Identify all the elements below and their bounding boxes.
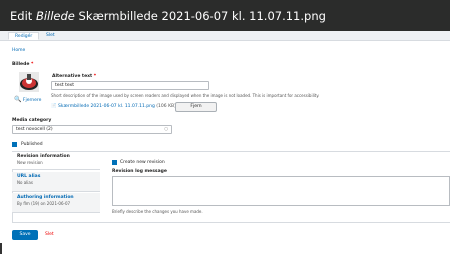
- required-marker: *: [30, 62, 34, 67]
- vtab-summary: No alias: [17, 180, 33, 185]
- revision-log-textarea[interactable]: [112, 176, 450, 206]
- vtab-authoring-information[interactable]: Authoring information By flm (19) on 202…: [12, 193, 100, 213]
- vtab-title: Revision information: [17, 154, 70, 159]
- alt-text-input[interactable]: test text: [51, 81, 209, 90]
- image-thumbnail[interactable]: [19, 72, 39, 92]
- media-category-value: test novocell (2): [16, 127, 53, 132]
- image-preview-link[interactable]: 🔍 Fjernere: [14, 96, 41, 103]
- remove-image-button[interactable]: Fjern: [175, 102, 217, 112]
- create-revision-checkbox[interactable]: [112, 160, 117, 165]
- alt-text-description: Short description of the image used by s…: [51, 93, 320, 98]
- page-title: Edit Billede Skærmbillede 2021-06-07 kl.…: [10, 9, 326, 23]
- required-marker: *: [93, 74, 97, 79]
- vtab-summary: New revision: [17, 160, 43, 165]
- vtab-url-alias[interactable]: URL alias No alias: [12, 172, 100, 192]
- magnifier-icon: 🔍: [14, 96, 22, 103]
- primary-tabs: Redigér Slet: [0, 31, 450, 41]
- image-field-label: Billede *: [12, 62, 33, 67]
- vtab-revision-information[interactable]: Revision information New revision: [12, 152, 100, 170]
- tab-edit[interactable]: Redigér: [8, 32, 40, 40]
- title-file-name: Skærmbillede 2021-06-07 kl. 11.07.11.png: [78, 9, 326, 23]
- vtab-title: Authoring information: [17, 195, 74, 200]
- alt-label-text: Alternative text: [52, 74, 93, 79]
- revision-log-label: Revision log message: [112, 169, 167, 174]
- create-revision-label: Create new revision: [120, 160, 165, 165]
- vtab-summary: By flm (19) on 2021-06-07: [17, 201, 71, 206]
- vtab-title: URL alias: [17, 174, 41, 179]
- media-category-label: Media category: [12, 118, 52, 123]
- remove-link-text: Fjernere: [22, 98, 42, 103]
- breadcrumb[interactable]: Home: [12, 48, 25, 53]
- published-label: Published: [21, 142, 43, 147]
- file-link[interactable]: 📄 Skærmbillede 2021-06-07 kl. 11.07.11.p…: [51, 104, 176, 109]
- image-label-text: Billede: [12, 62, 30, 67]
- scrollbar-edge: [0, 243, 2, 254]
- circle-icon: ○: [164, 127, 168, 132]
- tab-delete[interactable]: Slet: [40, 32, 61, 40]
- file-icon: 📄: [51, 104, 57, 109]
- delete-link[interactable]: Slet: [45, 232, 54, 237]
- save-button[interactable]: Save: [12, 230, 38, 240]
- revision-log-description: Briefly describe the changes you have ma…: [112, 209, 203, 214]
- title-entity-type: Billede: [35, 9, 75, 23]
- media-category-select[interactable]: test novocell (2) ○: [12, 125, 172, 134]
- file-name: Skærmbillede 2021-06-07 kl. 11.07.11.png: [58, 104, 155, 109]
- alt-text-label: Alternative text *: [52, 74, 96, 79]
- published-checkbox[interactable]: [12, 142, 17, 147]
- title-prefix: Edit: [10, 9, 33, 23]
- file-size: (106 KB): [156, 104, 176, 109]
- page-header: Edit Billede Skærmbillede 2021-06-07 kl.…: [0, 0, 450, 31]
